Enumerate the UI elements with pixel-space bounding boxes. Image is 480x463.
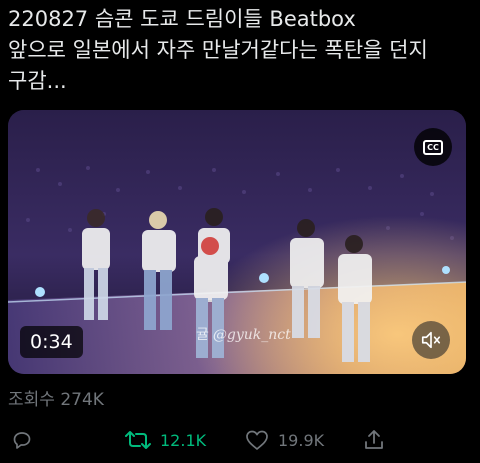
like-button[interactable]: 19.9K [244,424,324,456]
views-label: 조회수 [8,390,55,410]
retweet-count: 12.1K [160,430,207,450]
reply-button[interactable] [10,424,34,456]
tweet-text-line-2: 앞으로 일본에서 자주 만날거같다는 폭탄을 던지 [8,38,428,62]
captions-icon: CC [423,139,443,155]
retweet-icon [125,431,151,449]
heart-icon [246,430,268,450]
reply-bubble-icon [13,432,31,449]
views-count: 274K [60,390,104,410]
tweet-action-bar: 12.1K 19.9K [0,424,480,456]
like-count: 19.9K [278,430,325,450]
tweet-text-line-1: 220827 슴콘 도쿄 드림이들 Beatbox [8,7,356,31]
video-player[interactable]: CC 귤 @gyuk_nct 0:34 [8,110,466,374]
speaker-muted-icon [421,331,441,349]
tweet-text: 220827 슴콘 도쿄 드림이들 Beatbox 앞으로 일본에서 자주 만날… [8,4,474,97]
view-count: 조회수 274K [8,389,104,411]
share-upload-icon [365,430,383,449]
mute-button[interactable] [412,321,450,359]
watermark-prefix: 귤 [196,327,209,343]
retweet-button[interactable]: 12.1K [124,424,206,456]
watermark-handle: @gyuk_nct [212,327,291,343]
tweet-text-line-3: 구감... [8,69,67,93]
video-watermark: 귤 @gyuk_nct [196,324,291,344]
share-button[interactable] [362,424,386,456]
video-time-badge: 0:34 [20,326,83,358]
captions-button[interactable]: CC [414,128,452,166]
